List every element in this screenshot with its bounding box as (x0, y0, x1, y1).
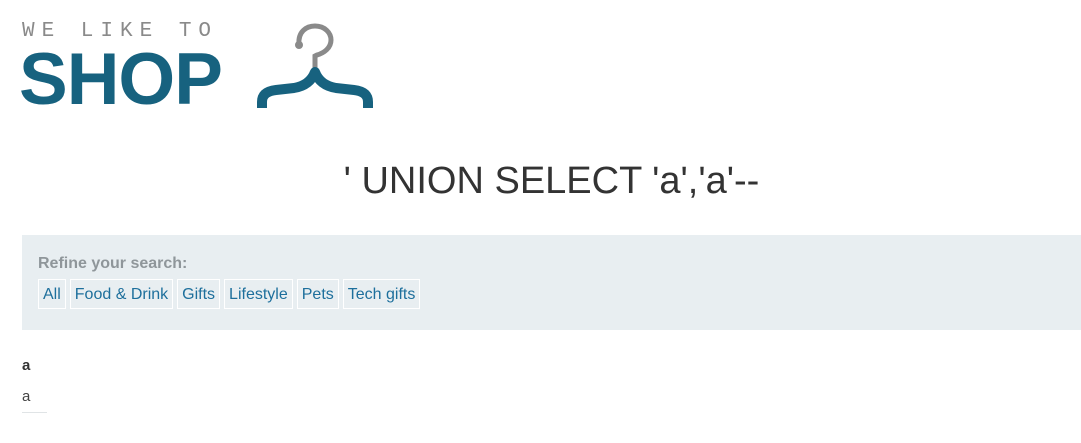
logo-wordmark: SHOP (19, 39, 223, 120)
filter-link-pets[interactable]: Pets (296, 279, 339, 309)
search-results-title: ' UNION SELECT 'a','a'-- (343, 160, 760, 202)
filter-label: Refine your search: (38, 255, 188, 272)
filter-link-tech-gifts[interactable]: Tech gifts (342, 279, 421, 309)
filter-link-all[interactable]: All (38, 279, 66, 309)
filter-link-gifts[interactable]: Gifts (177, 279, 221, 309)
filter-list: All Food & Drink Gifts Lifestyle Pets Te… (38, 279, 421, 309)
filter-panel: Refine your search: All Food & Drink Gif… (22, 235, 1081, 330)
result-value: a (22, 387, 47, 413)
filter-link-lifestyle[interactable]: Lifestyle (224, 279, 293, 309)
result-heading: a (22, 357, 31, 374)
results-table: a a (22, 356, 322, 413)
site-logo[interactable]: WE LIKE TO SHOP (19, 18, 382, 120)
result-row: a a (22, 356, 322, 413)
filter-link-food-drink[interactable]: Food & Drink (69, 279, 174, 309)
hanger-icon (257, 23, 373, 108)
page: WE LIKE TO SHOP ' UNION SELECT 'a','a'--… (0, 0, 1081, 443)
